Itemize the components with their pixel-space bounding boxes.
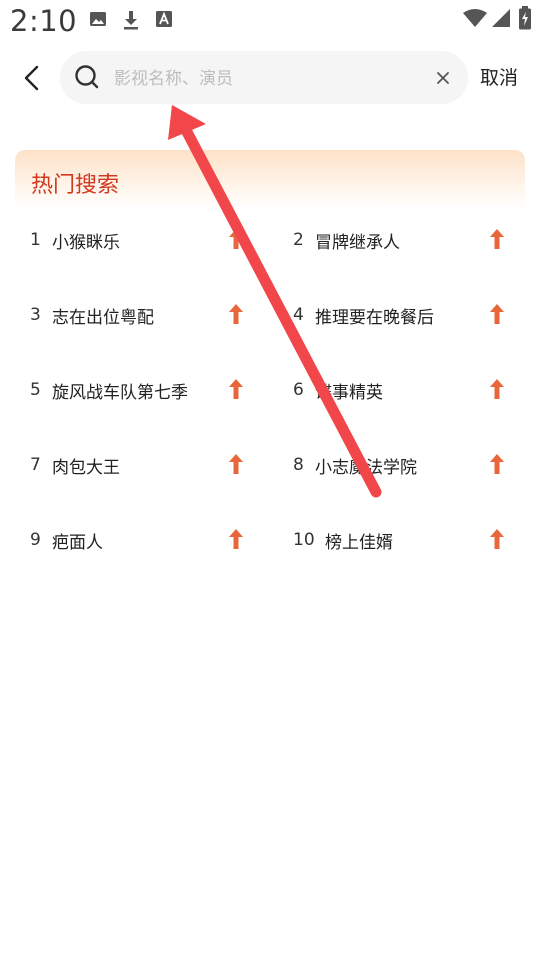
status-time: 2:10	[10, 4, 78, 38]
cancel-button[interactable]: 取消	[480, 63, 518, 90]
hot-search-item[interactable]: 10 榜上佳婿	[293, 520, 523, 560]
hot-search-name: 榜上佳婿	[325, 532, 393, 553]
battery-charging-icon	[518, 6, 532, 34]
hot-search-name: 推理要在晚餐后	[315, 307, 434, 328]
font-a-icon	[155, 10, 173, 32]
clear-search-button[interactable]	[432, 67, 454, 89]
hot-search-item[interactable]: 1 小猴眯乐	[30, 220, 260, 260]
trend-up-icon	[229, 304, 243, 324]
trend-up-icon	[229, 529, 243, 549]
close-icon	[437, 72, 449, 84]
hot-search-panel: 热门搜索	[15, 150, 525, 210]
hot-search-name: 疤面人	[52, 532, 103, 553]
search-input[interactable]	[112, 59, 416, 99]
search-icon	[74, 64, 100, 94]
hot-search-item[interactable]: 4 推理要在晚餐后	[293, 295, 523, 335]
trend-up-icon	[229, 229, 243, 249]
hot-search-rank: 9	[30, 530, 41, 550]
back-button[interactable]	[14, 60, 50, 96]
hot-search-rank: 1	[30, 230, 41, 250]
hot-search-name: 小志魔法学院	[315, 457, 417, 478]
hot-search-name: 肉包大王	[52, 457, 120, 478]
chevron-left-icon	[24, 65, 39, 91]
hot-search-item[interactable]: 9 疤面人	[30, 520, 260, 560]
hot-search-item[interactable]: 2 冒牌继承人	[293, 220, 523, 260]
trend-up-icon	[490, 379, 504, 399]
hot-search-name: 志在出位粤配	[52, 307, 154, 328]
hot-search-item[interactable]: 6 谍事精英	[293, 370, 523, 410]
trend-up-icon	[229, 454, 243, 474]
hot-search-rank: 6	[293, 380, 304, 400]
hot-search-name: 旋风战车队第七季	[52, 382, 188, 403]
wifi-icon	[462, 8, 488, 32]
hot-search-rank: 8	[293, 455, 304, 475]
hot-search-rank: 4	[293, 305, 304, 325]
hot-search-item[interactable]: 8 小志魔法学院	[293, 445, 523, 485]
trend-up-icon	[229, 379, 243, 399]
hot-search-rank: 10	[293, 530, 315, 550]
hot-search-rank: 5	[30, 380, 41, 400]
hot-search-name: 小猴眯乐	[52, 232, 120, 253]
hot-search-name: 冒牌继承人	[315, 232, 400, 253]
search-box[interactable]	[60, 51, 468, 104]
trend-up-icon	[490, 454, 504, 474]
image-icon	[89, 10, 107, 32]
trend-up-icon	[490, 229, 504, 249]
hot-search-item[interactable]: 5 旋风战车队第七季	[30, 370, 260, 410]
hot-search-name: 谍事精英	[315, 382, 383, 403]
hot-search-item[interactable]: 7 肉包大王	[30, 445, 260, 485]
trend-up-icon	[490, 304, 504, 324]
download-icon	[122, 10, 140, 34]
hot-search-item[interactable]: 3 志在出位粤配	[30, 295, 260, 335]
status-bar: 2:10	[0, 0, 540, 44]
hot-search-rank: 2	[293, 230, 304, 250]
trend-up-icon	[490, 529, 504, 549]
signal-icon	[490, 8, 512, 32]
hot-search-title: 热门搜索	[31, 173, 120, 198]
hot-search-rank: 3	[30, 305, 41, 325]
hot-search-rank: 7	[30, 455, 41, 475]
